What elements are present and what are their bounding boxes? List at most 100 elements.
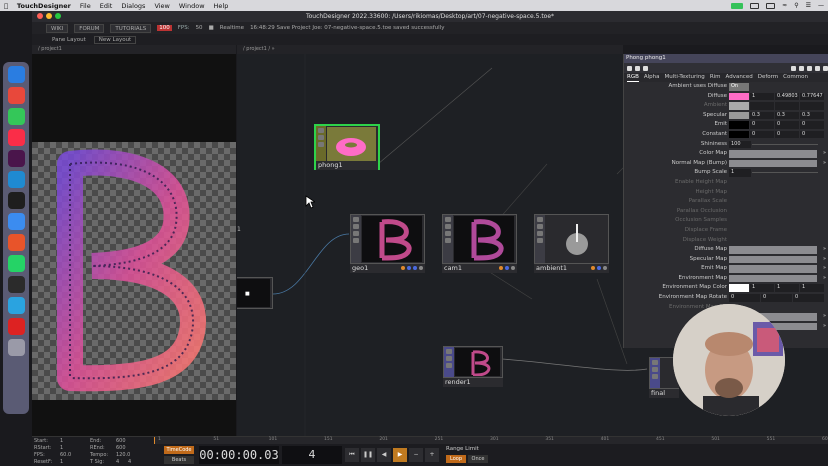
param-field[interactable]: [729, 265, 817, 273]
forum-button[interactable]: FORUM: [74, 23, 105, 33]
node-partial[interactable]: ■: [237, 277, 273, 309]
param-value-field[interactable]: 1: [729, 169, 751, 177]
param-value-field[interactable]: 1: [750, 92, 774, 101]
network-path[interactable]: / project1 / »: [243, 46, 275, 52]
param-value-field[interactable]: 1: [750, 284, 774, 292]
param-value-field[interactable]: 100: [729, 140, 751, 149]
param-value-field[interactable]: [800, 102, 824, 110]
expand-arrow-icon[interactable]: »: [823, 264, 826, 274]
display-icon[interactable]: [750, 2, 760, 9]
tab-alpha[interactable]: Alpha: [644, 73, 660, 82]
playhead[interactable]: [154, 437, 155, 444]
param-value-field[interactable]: 0: [775, 130, 799, 139]
param-value-field[interactable]: 0.3: [800, 111, 824, 120]
play-button[interactable]: ▶: [393, 448, 407, 462]
beats-toggle[interactable]: Beats: [164, 456, 194, 464]
realtime-checkbox-icon[interactable]: ■: [209, 25, 214, 31]
timecode-toggle[interactable]: TimeCode: [164, 446, 194, 454]
close-window-button[interactable]: [37, 13, 43, 19]
perf-badge[interactable]: 100: [157, 25, 172, 31]
param-value-field[interactable]: 0.3: [750, 111, 774, 120]
node-label-phong1[interactable]: phong1: [316, 161, 378, 170]
param-value-field[interactable]: 0: [800, 130, 824, 139]
loop-button[interactable]: Loop: [446, 455, 466, 463]
tab-deform[interactable]: Deform: [758, 73, 778, 82]
node-flags[interactable]: [443, 215, 453, 263]
close-icon[interactable]: [823, 65, 828, 71]
help-icon[interactable]: [627, 65, 632, 71]
dock-whatsapp-icon[interactable]: [7, 255, 25, 272]
param-slider[interactable]: [752, 172, 818, 174]
tab-multi-texturing[interactable]: Multi-Texturing: [665, 73, 705, 82]
param-field[interactable]: [729, 255, 817, 264]
param-value-field[interactable]: 0: [750, 130, 774, 139]
tab-rgb[interactable]: RGB: [627, 73, 639, 82]
param-value-field[interactable]: 0.77647: [800, 92, 824, 101]
color-swatch[interactable]: [729, 130, 749, 139]
node-geo1[interactable]: [350, 214, 425, 264]
expand-arrow-icon[interactable]: »: [823, 149, 826, 159]
node-flags[interactable]: [535, 215, 545, 263]
color-swatch[interactable]: [729, 102, 749, 110]
color-swatch[interactable]: [729, 121, 749, 129]
color-swatch[interactable]: [729, 284, 749, 292]
node-label-geo1[interactable]: geo1: [350, 264, 425, 273]
expand-arrow-icon[interactable]: »: [823, 159, 826, 169]
step-forward-button[interactable]: +: [425, 448, 439, 462]
param-value-field[interactable]: 0.49803: [775, 92, 799, 101]
param-field[interactable]: [729, 246, 817, 254]
clock[interactable]: —: [818, 2, 824, 9]
step-back-button[interactable]: −: [409, 448, 423, 462]
param-toggle[interactable]: On: [729, 83, 749, 91]
pane-layout-button[interactable]: Pane Layout: [52, 37, 86, 43]
camera-indicator-icon[interactable]: [731, 2, 744, 9]
play-reverse-button[interactable]: ◀: [377, 448, 391, 462]
dock-music-icon[interactable]: [7, 129, 25, 146]
once-button[interactable]: Once: [468, 455, 488, 463]
node-label-cam1[interactable]: cam1: [442, 264, 517, 273]
node-cam1[interactable]: [442, 214, 517, 264]
dock-vscode-icon[interactable]: [7, 171, 25, 188]
pause-button[interactable]: ❚❚: [361, 448, 375, 462]
expand-arrow-icon[interactable]: »: [823, 255, 826, 265]
param-slider[interactable]: [752, 143, 818, 145]
menubar-app-name[interactable]: TouchDesigner: [17, 2, 71, 10]
tab-common[interactable]: Common: [783, 73, 808, 82]
menu-file[interactable]: File: [80, 2, 91, 10]
tsig-value-a[interactable]: 4: [116, 459, 119, 465]
param-value-field[interactable]: 0: [761, 294, 792, 302]
timeline-ruler[interactable]: 151101151201251301351401451501551600: [154, 437, 828, 444]
dock-figma-icon[interactable]: [7, 192, 25, 209]
dock-creative-icon[interactable]: [7, 234, 25, 251]
new-layout-button[interactable]: New Layout: [93, 35, 137, 44]
dock-finder-icon[interactable]: [7, 66, 25, 83]
node-label-ambient1[interactable]: ambient1: [534, 264, 609, 273]
dock-messages-icon[interactable]: [7, 108, 25, 125]
pin-icon[interactable]: [643, 65, 648, 71]
param-value-field[interactable]: 0: [729, 294, 760, 302]
start-value[interactable]: 1: [60, 438, 63, 444]
python-icon[interactable]: [791, 65, 796, 71]
menu-help[interactable]: Help: [214, 2, 229, 10]
tab-advanced[interactable]: Advanced: [726, 73, 753, 82]
minimize-window-button[interactable]: [46, 13, 52, 19]
menu-dialogs[interactable]: Dialogs: [121, 2, 145, 10]
tempo-value[interactable]: 120.0: [116, 452, 130, 458]
node-flags[interactable]: [444, 347, 454, 377]
tab-rim[interactable]: Rim: [710, 73, 721, 82]
param-field[interactable]: [729, 159, 817, 168]
tutorials-button[interactable]: TUTORIALS: [110, 23, 152, 33]
viewer-path[interactable]: / project1: [38, 46, 62, 52]
expand-icon[interactable]: [815, 65, 820, 71]
menu-edit[interactable]: Edit: [100, 2, 113, 10]
param-value-field[interactable]: 0: [800, 121, 824, 129]
menu-window[interactable]: Window: [179, 2, 205, 10]
rend-value[interactable]: 600: [116, 445, 126, 451]
param-field[interactable]: [729, 150, 817, 158]
dock-slack-icon[interactable]: [7, 150, 25, 167]
node-label-render1[interactable]: render1: [443, 378, 503, 387]
apple-icon[interactable]: : [4, 2, 8, 10]
param-value-field[interactable]: [775, 102, 799, 110]
tsig-value-b[interactable]: 4: [128, 459, 131, 465]
param-value-field[interactable]: 0: [793, 294, 824, 302]
